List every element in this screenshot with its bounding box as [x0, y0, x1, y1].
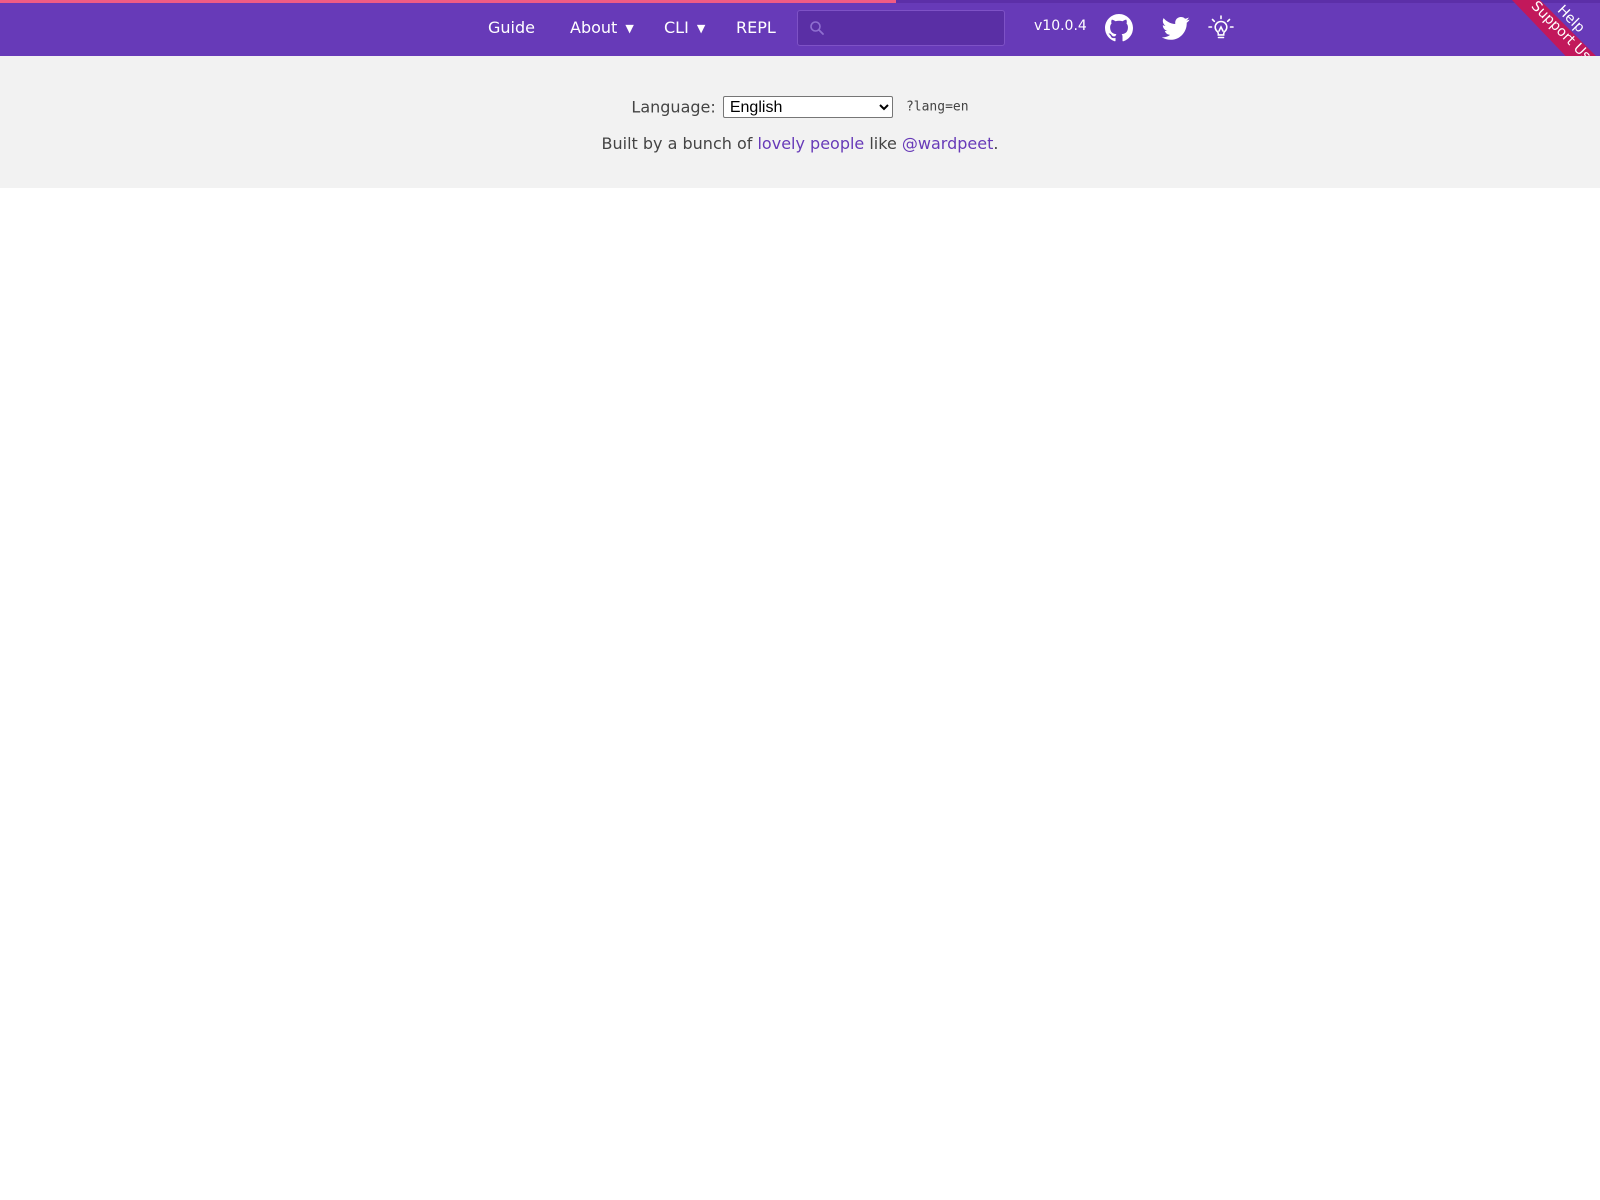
twitter-link[interactable]: [1162, 14, 1190, 42]
nav-guide-link[interactable]: Guide: [488, 17, 535, 39]
loading-progress-fill: [0, 0, 896, 3]
nav-cli-label: CLI: [664, 18, 689, 37]
nav-guide-label: Guide: [488, 18, 535, 37]
loading-progress-bar: [0, 0, 1600, 3]
chevron-down-icon: ▼: [625, 22, 634, 35]
nav-cli-dropdown[interactable]: CLI ▼: [664, 17, 705, 39]
credits-middle: like: [869, 134, 897, 153]
nav-repl-label: REPL: [736, 18, 776, 37]
credits-line: Built by a bunch of lovely people like @…: [0, 134, 1600, 153]
footer-band: Language: English ?lang=en Built by a bu…: [0, 56, 1600, 188]
github-link[interactable]: [1105, 14, 1133, 42]
credits-suffix: .: [993, 134, 999, 153]
wardpeet-link[interactable]: @wardpeet: [902, 134, 993, 153]
language-row: Language: English ?lang=en: [0, 96, 1600, 118]
search-box[interactable]: [797, 10, 1005, 46]
nav-repl-link[interactable]: REPL: [736, 17, 776, 39]
search-icon: [810, 21, 824, 35]
top-nav-bar: Guide About ▼ CLI ▼ REPL v10.0.4: [0, 0, 1600, 56]
github-icon: [1105, 14, 1133, 42]
chevron-down-icon: ▼: [696, 22, 706, 35]
version-label: v10.0.4: [1034, 18, 1087, 34]
lang-param-text: ?lang=en: [905, 99, 969, 115]
language-select[interactable]: English: [722, 96, 893, 118]
credits-prefix: Built by a bunch of: [601, 134, 753, 153]
nav-about-label: About: [570, 18, 618, 37]
theme-toggle-button[interactable]: [1207, 14, 1235, 42]
nav-about-dropdown[interactable]: About ▼: [570, 17, 634, 39]
twitter-icon: [1162, 17, 1190, 40]
language-label: Language:: [631, 97, 716, 117]
lovely-people-link[interactable]: lovely people: [757, 134, 864, 153]
lightbulb-icon: [1208, 15, 1234, 39]
search-input[interactable]: [832, 16, 997, 42]
